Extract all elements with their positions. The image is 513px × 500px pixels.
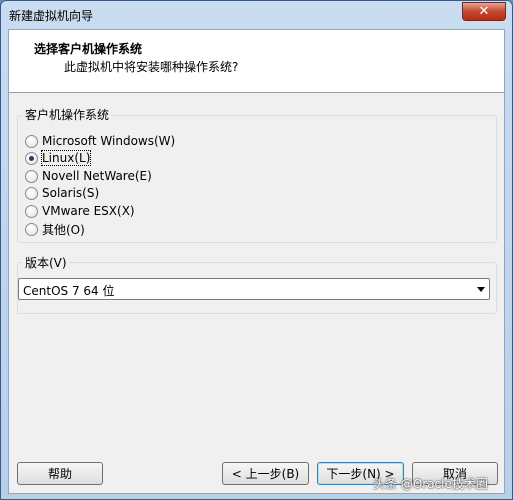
- radio-other[interactable]: 其他(O): [25, 220, 85, 238]
- radio-button[interactable]: [25, 134, 38, 148]
- wizard-header: 选择客户机操作系统 此虚拟机中将安装哪种操作系统?: [9, 30, 504, 93]
- page-subtitle: 此虚拟机中将安装哪种操作系统?: [64, 60, 239, 74]
- radio-button[interactable]: [25, 204, 38, 218]
- back-button-label: < 上一步(B): [231, 467, 300, 481]
- close-icon: ✕: [478, 4, 490, 19]
- version-select-value: CentOS 7 64 位: [23, 284, 115, 298]
- radio-label: Microsoft Windows(W): [42, 134, 176, 148]
- radio-button[interactable]: [25, 186, 38, 200]
- radio-netware[interactable]: Novell NetWare(E): [25, 167, 152, 185]
- radio-button[interactable]: [25, 222, 38, 236]
- radio-label: VMware ESX(X): [42, 204, 135, 218]
- radio-label: Solaris(S): [42, 186, 100, 200]
- window-title: 新建虚拟机向导: [9, 9, 94, 23]
- radio-label: Novell NetWare(E): [42, 169, 152, 183]
- radio-windows[interactable]: Microsoft Windows(W): [25, 132, 175, 150]
- title-bar[interactable]: 新建虚拟机向导 ✕: [1, 1, 512, 29]
- guest-os-group-label: 客户机操作系统: [23, 106, 112, 123]
- radio-label: Linux(L): [40, 150, 92, 166]
- radio-solaris[interactable]: Solaris(S): [25, 184, 99, 202]
- watermark: 头条 @Oracle技术圈: [373, 477, 488, 491]
- page-title: 选择客户机操作系统: [34, 42, 143, 56]
- chevron-down-icon[interactable]: [477, 287, 485, 292]
- radio-linux[interactable]: Linux(L): [25, 149, 92, 167]
- radio-vmware-esx[interactable]: VMware ESX(X): [25, 202, 135, 220]
- version-select[interactable]: CentOS 7 64 位: [18, 278, 490, 300]
- help-button[interactable]: 帮助: [17, 462, 103, 485]
- close-button[interactable]: ✕: [462, 2, 506, 21]
- radio-label: 其他(O): [42, 222, 85, 237]
- back-button[interactable]: < 上一步(B): [222, 462, 309, 485]
- radio-button-selected[interactable]: [25, 151, 38, 165]
- wizard-window: 新建虚拟机向导 ✕ 选择客户机操作系统 此虚拟机中将安装哪种操作系统? 客户机操…: [0, 0, 513, 500]
- dialog-client: 选择客户机操作系统 此虚拟机中将安装哪种操作系统? 客户机操作系统 Micros…: [8, 29, 505, 494]
- version-group-label: 版本(V): [23, 254, 69, 271]
- help-button-label: 帮助: [47, 467, 72, 481]
- radio-button[interactable]: [25, 169, 38, 183]
